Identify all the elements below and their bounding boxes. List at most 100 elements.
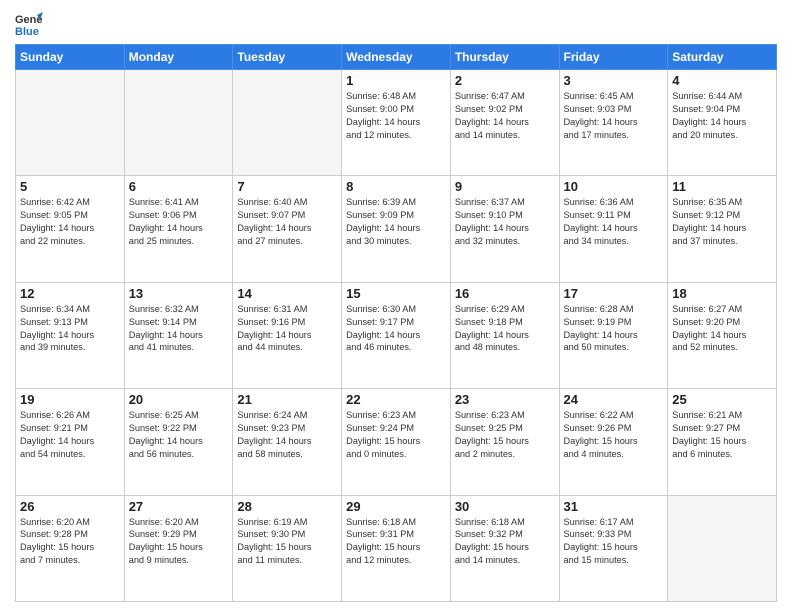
cell-info-line: Sunrise: 6:44 AM (672, 90, 772, 103)
cell-info-line: Sunset: 9:05 PM (20, 209, 120, 222)
calendar-cell: 19Sunrise: 6:26 AMSunset: 9:21 PMDayligh… (16, 389, 125, 495)
day-number: 29 (346, 499, 446, 514)
day-number: 31 (564, 499, 664, 514)
calendar-cell: 21Sunrise: 6:24 AMSunset: 9:23 PMDayligh… (233, 389, 342, 495)
cell-info-line: Sunset: 9:00 PM (346, 103, 446, 116)
cell-info-line: Daylight: 15 hours (455, 435, 555, 448)
cell-info-line: and 27 minutes. (237, 235, 337, 248)
weekday-header-monday: Monday (124, 45, 233, 70)
cell-info-line: Daylight: 15 hours (237, 541, 337, 554)
cell-info-line: and 11 minutes. (237, 554, 337, 567)
cell-info-line: Daylight: 14 hours (129, 329, 229, 342)
weekday-header-saturday: Saturday (668, 45, 777, 70)
weekday-header-friday: Friday (559, 45, 668, 70)
cell-info-line: and 34 minutes. (564, 235, 664, 248)
cell-info-line: Sunset: 9:16 PM (237, 316, 337, 329)
cell-info-line: and 37 minutes. (672, 235, 772, 248)
calendar-week-row: 12Sunrise: 6:34 AMSunset: 9:13 PMDayligh… (16, 282, 777, 388)
cell-info-line: Sunrise: 6:26 AM (20, 409, 120, 422)
cell-info-line: Sunrise: 6:32 AM (129, 303, 229, 316)
cell-info-line: and 17 minutes. (564, 129, 664, 142)
cell-info-line: and 6 minutes. (672, 448, 772, 461)
weekday-header-thursday: Thursday (450, 45, 559, 70)
day-number: 21 (237, 392, 337, 407)
day-number: 6 (129, 179, 229, 194)
calendar-cell: 31Sunrise: 6:17 AMSunset: 9:33 PMDayligh… (559, 495, 668, 601)
calendar-cell: 15Sunrise: 6:30 AMSunset: 9:17 PMDayligh… (342, 282, 451, 388)
calendar-cell: 4Sunrise: 6:44 AMSunset: 9:04 PMDaylight… (668, 70, 777, 176)
weekday-header-tuesday: Tuesday (233, 45, 342, 70)
day-number: 9 (455, 179, 555, 194)
cell-info-line: and 0 minutes. (346, 448, 446, 461)
calendar-cell: 17Sunrise: 6:28 AMSunset: 9:19 PMDayligh… (559, 282, 668, 388)
day-number: 10 (564, 179, 664, 194)
cell-info-line: Sunrise: 6:18 AM (346, 516, 446, 529)
cell-info-line: Sunset: 9:22 PM (129, 422, 229, 435)
cell-info-line: and 20 minutes. (672, 129, 772, 142)
cell-info-line: and 22 minutes. (20, 235, 120, 248)
cell-info-line: and 12 minutes. (346, 129, 446, 142)
cell-info-line: Sunrise: 6:24 AM (237, 409, 337, 422)
cell-info-line: Sunset: 9:10 PM (455, 209, 555, 222)
cell-info-line: and 15 minutes. (564, 554, 664, 567)
day-number: 4 (672, 73, 772, 88)
logo: General Blue (15, 10, 47, 38)
cell-info-line: and 14 minutes. (455, 129, 555, 142)
cell-info-line: Daylight: 15 hours (346, 435, 446, 448)
cell-info-line: Sunset: 9:04 PM (672, 103, 772, 116)
day-number: 13 (129, 286, 229, 301)
day-number: 18 (672, 286, 772, 301)
calendar-cell: 10Sunrise: 6:36 AMSunset: 9:11 PMDayligh… (559, 176, 668, 282)
cell-info-line: Daylight: 14 hours (129, 435, 229, 448)
cell-info-line: Sunrise: 6:45 AM (564, 90, 664, 103)
cell-info-line: Sunrise: 6:25 AM (129, 409, 229, 422)
cell-info-line: Daylight: 15 hours (672, 435, 772, 448)
cell-info-line: Sunset: 9:24 PM (346, 422, 446, 435)
cell-info-line: Sunrise: 6:27 AM (672, 303, 772, 316)
cell-info-line: Sunrise: 6:17 AM (564, 516, 664, 529)
cell-info-line: Daylight: 14 hours (237, 329, 337, 342)
cell-info-line: and 25 minutes. (129, 235, 229, 248)
cell-info-line: Sunrise: 6:29 AM (455, 303, 555, 316)
cell-info-line: Sunset: 9:32 PM (455, 528, 555, 541)
calendar-cell: 1Sunrise: 6:48 AMSunset: 9:00 PMDaylight… (342, 70, 451, 176)
day-number: 26 (20, 499, 120, 514)
day-number: 22 (346, 392, 446, 407)
cell-info-line: and 56 minutes. (129, 448, 229, 461)
cell-info-line: Sunset: 9:11 PM (564, 209, 664, 222)
cell-info-line: and 46 minutes. (346, 341, 446, 354)
calendar-cell (16, 70, 125, 176)
calendar-body: 1Sunrise: 6:48 AMSunset: 9:00 PMDaylight… (16, 70, 777, 602)
cell-info-line: Sunset: 9:07 PM (237, 209, 337, 222)
cell-info-line: Sunset: 9:18 PM (455, 316, 555, 329)
cell-info-line: Sunrise: 6:31 AM (237, 303, 337, 316)
cell-info-line: and 54 minutes. (20, 448, 120, 461)
cell-info-line: Sunset: 9:20 PM (672, 316, 772, 329)
calendar-cell: 27Sunrise: 6:20 AMSunset: 9:29 PMDayligh… (124, 495, 233, 601)
cell-info-line: Sunrise: 6:42 AM (20, 196, 120, 209)
cell-info-line: and 2 minutes. (455, 448, 555, 461)
cell-info-line: Daylight: 14 hours (672, 222, 772, 235)
cell-info-line: Sunrise: 6:40 AM (237, 196, 337, 209)
cell-info-line: and 9 minutes. (129, 554, 229, 567)
calendar-cell: 23Sunrise: 6:23 AMSunset: 9:25 PMDayligh… (450, 389, 559, 495)
cell-info-line: Daylight: 14 hours (564, 222, 664, 235)
calendar-week-row: 19Sunrise: 6:26 AMSunset: 9:21 PMDayligh… (16, 389, 777, 495)
day-number: 25 (672, 392, 772, 407)
weekday-header-sunday: Sunday (16, 45, 125, 70)
calendar-cell (124, 70, 233, 176)
day-number: 3 (564, 73, 664, 88)
cell-info-line: Sunset: 9:17 PM (346, 316, 446, 329)
calendar-week-row: 26Sunrise: 6:20 AMSunset: 9:28 PMDayligh… (16, 495, 777, 601)
calendar-cell: 25Sunrise: 6:21 AMSunset: 9:27 PMDayligh… (668, 389, 777, 495)
cell-info-line: Daylight: 15 hours (20, 541, 120, 554)
cell-info-line: Daylight: 14 hours (455, 116, 555, 129)
cell-info-line: and 32 minutes. (455, 235, 555, 248)
day-number: 8 (346, 179, 446, 194)
cell-info-line: Sunset: 9:13 PM (20, 316, 120, 329)
cell-info-line: Sunrise: 6:22 AM (564, 409, 664, 422)
cell-info-line: Sunrise: 6:39 AM (346, 196, 446, 209)
cell-info-line: Sunset: 9:23 PM (237, 422, 337, 435)
cell-info-line: Daylight: 15 hours (564, 541, 664, 554)
day-number: 30 (455, 499, 555, 514)
